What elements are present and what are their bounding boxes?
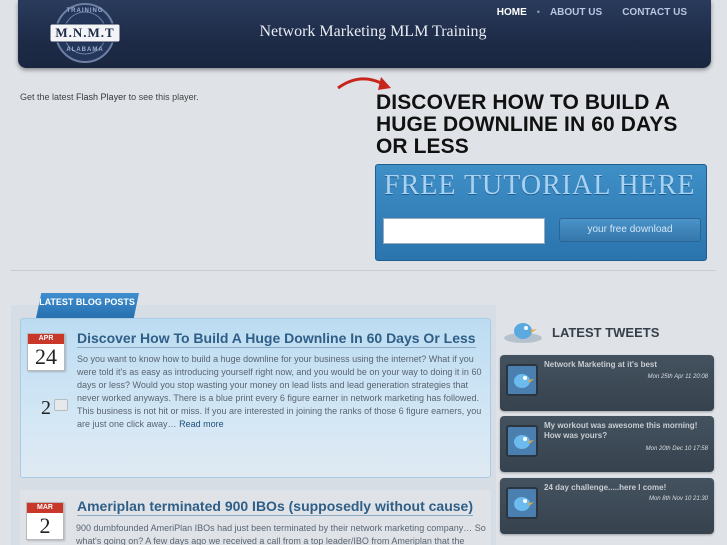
post-title-link[interactable]: Discover How To Build A Huge Downline In… [77,330,476,348]
site-logo[interactable]: M.N.M.T TRAINING ALABAMA [48,2,122,64]
comment-bubble-icon [54,399,68,411]
flash-prefix: Get the latest [20,92,74,102]
flash-player-notice: Get the latest Flash Player to see this … [20,92,199,102]
nav-contact-us[interactable]: CONTACT US [612,7,697,18]
nav-about-us[interactable]: ABOUT US [540,7,612,18]
logo-ring-top: TRAINING [66,8,104,14]
email-input[interactable] [383,218,545,244]
section-divider [11,270,716,271]
calendar-icon: APR 24 [27,333,65,371]
hero-headline: DISCOVER HOW TO BUILD A HUGE DOWNLINE IN… [376,91,678,158]
tweet-date: Mon 8th Nov 10 21:30 [648,496,708,502]
blog-post-1: APR 24 2 Discover How To Build A Huge Do… [20,318,491,478]
latest-tweets-heading: LATEST TWEETS [552,325,660,340]
read-more-link[interactable]: Read more [179,419,224,429]
post-month: MAR [27,503,63,513]
tweet-text: Network Marketing at it's best [544,360,658,369]
calendar-icon: MAR 2 [26,502,64,540]
tweet-date: Mon 25th Apr 11 20:08 [647,374,708,380]
free-tutorial-box: FREE TUTORIAL HERE your free download [375,164,707,261]
twitter-avatar-icon [506,364,538,396]
site-title: Network Marketing MLM Training [259,23,487,40]
flash-suffix: to see this player. [128,92,199,102]
twitter-avatar-icon [506,425,538,457]
post-month: APR [28,334,64,344]
tweet-item[interactable]: 24 day challenge.....here I come! Mon 8t… [500,478,714,534]
post-day: 24 [35,344,57,369]
main-nav: HOME • ABOUT US CONTACT US [487,7,697,18]
tutorial-title: FREE TUTORIAL HERE [384,170,696,201]
post-excerpt-text: So you want to know how to build a huge … [77,354,482,429]
free-download-button[interactable]: your free download [559,218,701,242]
twitter-avatar-icon [506,487,538,519]
comment-count[interactable]: 2 [41,397,71,419]
logo-ring-bottom: ALABAMA [66,47,104,53]
tweet-text: My workout was awesome this morning! How… [544,421,698,440]
post-excerpt: 900 dumbfounded AmeriPlan IBOs had just … [76,523,486,545]
post-title-link[interactable]: Ameriplan terminated 900 IBOs (supposedl… [77,498,473,516]
blog-post-2: MAR 2 Ameriplan terminated 900 IBOs (sup… [20,490,491,545]
flash-player-link[interactable]: Flash Player [76,92,126,102]
post-day: 2 [39,513,51,538]
comment-number: 2 [41,397,51,419]
logo-text: M.N.M.T [55,25,115,40]
tweet-item[interactable]: Network Marketing at it's best Mon 25th … [500,355,714,411]
site-header: M.N.M.T TRAINING ALABAMA Network Marketi… [18,0,711,68]
tweet-item[interactable]: My workout was awesome this morning! How… [500,416,714,472]
nav-home[interactable]: HOME [487,7,537,18]
twitter-bird-icon [504,323,542,343]
post-excerpt: So you want to know how to build a huge … [77,353,487,431]
tweet-text: 24 day challenge.....here I come! [544,483,667,492]
tweet-date: Mon 20th Dec 10 17:58 [645,446,708,452]
